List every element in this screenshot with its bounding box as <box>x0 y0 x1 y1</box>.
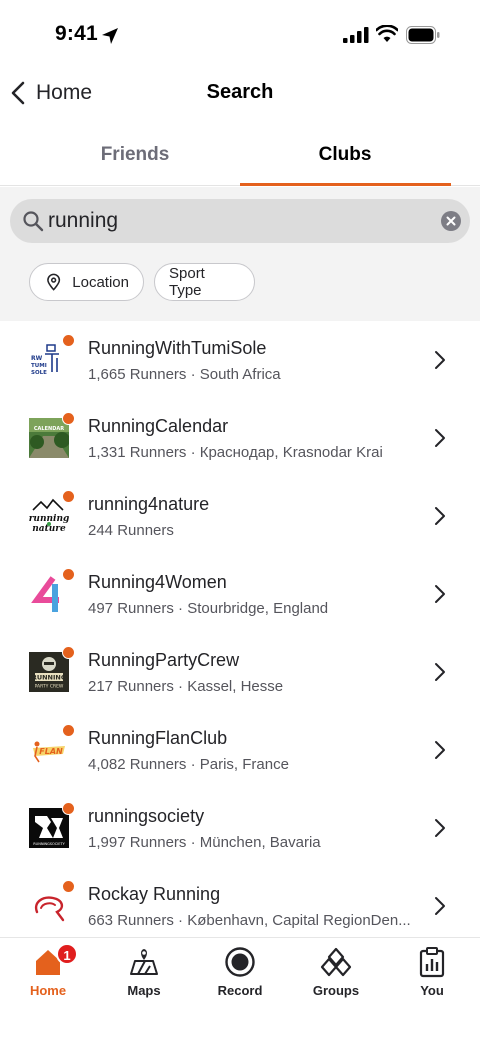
tab-clubs[interactable]: Clubs <box>240 124 450 186</box>
club-meta: 1,997 Runners · München, Bavaria <box>88 834 321 851</box>
tabbar-record-label: Record <box>217 983 263 998</box>
club-results-list: RW TUMI SOLE RunningWithTumiSole 1,665 R… <box>0 321 480 945</box>
tabbar-home-label: Home <box>29 983 67 998</box>
club-row[interactable]: Rockay Running 663 Runners · København, … <box>0 867 480 945</box>
location-filter-chip[interactable]: Location <box>29 263 144 301</box>
club-logo-runningflanclub: FLAN <box>29 730 69 770</box>
map-pin-icon <box>47 273 61 291</box>
svg-text:TUMI: TUMI <box>31 363 47 369</box>
close-icon <box>446 216 456 226</box>
location-arrow-icon <box>102 28 118 44</box>
svg-text:RUNNING: RUNNING <box>32 674 66 682</box>
club-row[interactable]: Running4Women 497 Runners · Stourbridge,… <box>0 555 480 633</box>
club-row[interactable]: CALENDAR RunningCalendar 1,331 Runners ·… <box>0 399 480 477</box>
chevron-right-icon <box>435 741 445 759</box>
club-logo-running4nature: running nature <box>29 496 69 536</box>
status-time: 9:41 <box>55 22 98 45</box>
svg-text:RUNNINGSOCIETY: RUNNINGSOCIETY <box>33 842 65 846</box>
club-name: Running4Women <box>88 572 227 592</box>
chevron-right-icon <box>435 585 445 603</box>
club-row[interactable]: RW TUMI SOLE RunningWithTumiSole 1,665 R… <box>0 321 480 399</box>
verified-badge-icon <box>62 412 75 425</box>
tab-friends[interactable]: Friends <box>30 124 240 186</box>
sport-type-filter-chip[interactable]: Sport Type <box>154 263 255 301</box>
chevron-right-icon <box>435 819 445 837</box>
club-logo-runningcalendar: CALENDAR <box>29 418 69 458</box>
nav-header: Home Search <box>0 70 480 116</box>
bottom-tab-bar: 1 Home Maps Record Groups You <box>0 937 480 1040</box>
status-bar: 9:41 <box>0 0 480 70</box>
verified-badge-icon <box>62 880 75 893</box>
club-meta: 4,082 Runners · Paris, France <box>88 756 289 773</box>
club-meta: 244 Runners <box>88 522 174 539</box>
club-name: Rockay Running <box>88 884 221 904</box>
wifi-icon <box>376 25 398 42</box>
club-meta: 663 Runners · København, Capital RegionD… <box>88 912 411 929</box>
svg-text:PARTY CREW: PARTY CREW <box>35 684 64 690</box>
notification-badge: 1 <box>56 943 78 965</box>
club-name: RunningFlanClub <box>88 728 228 748</box>
tabbar-maps-label: Maps <box>127 983 161 998</box>
club-name: RunningWithTumiSole <box>88 338 267 358</box>
location-filter-label: Location <box>72 273 129 291</box>
clear-search-button[interactable] <box>441 211 461 231</box>
club-name: running4nature <box>88 494 210 514</box>
segmented-tabs: Friends Clubs <box>0 124 480 186</box>
groups-icon <box>320 947 352 977</box>
club-logo-runningpartycrew: RUNNING PARTY CREW <box>29 652 69 692</box>
chevron-right-icon <box>435 351 445 369</box>
maps-icon <box>130 949 158 975</box>
verified-badge-icon <box>62 802 75 815</box>
club-logo-rockayrunning <box>29 886 69 926</box>
club-name: RunningPartyCrew <box>88 650 240 670</box>
verified-badge-icon <box>62 568 75 581</box>
club-logo-tumisole: RW TUMI SOLE <box>29 340 69 380</box>
search-icon <box>23 211 44 232</box>
club-row[interactable]: running nature running4nature 244 Runner… <box>0 477 480 555</box>
tabbar-you[interactable]: You <box>384 938 480 1008</box>
club-row[interactable]: RUNNING PARTY CREW RunningPartyCrew 217 … <box>0 633 480 711</box>
tabbar-maps[interactable]: Maps <box>96 938 192 1008</box>
verified-badge-icon <box>62 490 75 503</box>
battery-icon <box>406 26 440 44</box>
svg-text:SOLE: SOLE <box>31 370 47 376</box>
svg-text:RW: RW <box>31 355 43 362</box>
clipboard-stats-icon <box>419 947 445 978</box>
chevron-right-icon <box>435 429 445 447</box>
search-input[interactable] <box>48 207 428 235</box>
club-row[interactable]: FLAN RunningFlanClub 4,082 Runners · Par… <box>0 711 480 789</box>
club-logo-running4women <box>29 574 69 614</box>
club-name: RunningCalendar <box>88 416 229 436</box>
club-meta: 1,331 Runners · Краснодар, Krasnodar Kra… <box>88 444 383 461</box>
verified-badge-icon <box>62 646 75 659</box>
club-meta: 497 Runners · Stourbridge, England <box>88 600 329 617</box>
club-meta: 1,665 Runners · South Africa <box>88 366 281 383</box>
cellular-signal-icon <box>343 27 369 43</box>
search-box <box>10 199 470 243</box>
sport-type-filter-label: Sport Type <box>169 265 205 299</box>
active-tab-indicator <box>240 183 451 186</box>
club-meta: 217 Runners · Kassel, Hesse <box>88 678 284 695</box>
tabbar-home[interactable]: 1 Home <box>0 938 96 1008</box>
club-name: runningsociety <box>88 806 205 826</box>
chevron-right-icon <box>435 897 445 915</box>
svg-text:FLAN: FLAN <box>39 747 63 756</box>
verified-badge-icon <box>62 334 75 347</box>
chevron-right-icon <box>435 663 445 681</box>
chevron-right-icon <box>435 507 445 525</box>
tabbar-groups-label: Groups <box>312 983 360 998</box>
svg-text:CALENDAR: CALENDAR <box>34 426 64 432</box>
filter-chips: Location Sport Type <box>29 263 255 301</box>
tabbar-record[interactable]: Record <box>192 938 288 1008</box>
club-logo-runningsociety: RUNNINGSOCIETY <box>29 808 69 848</box>
club-row[interactable]: RUNNINGSOCIETY runningsociety 1,997 Runn… <box>0 789 480 867</box>
verified-badge-icon <box>62 724 75 737</box>
tabbar-you-label: You <box>420 983 444 998</box>
page-title: Search <box>206 81 274 103</box>
tabbar-groups[interactable]: Groups <box>288 938 384 1008</box>
search-area: Location Sport Type <box>0 187 480 321</box>
record-icon <box>225 947 255 977</box>
